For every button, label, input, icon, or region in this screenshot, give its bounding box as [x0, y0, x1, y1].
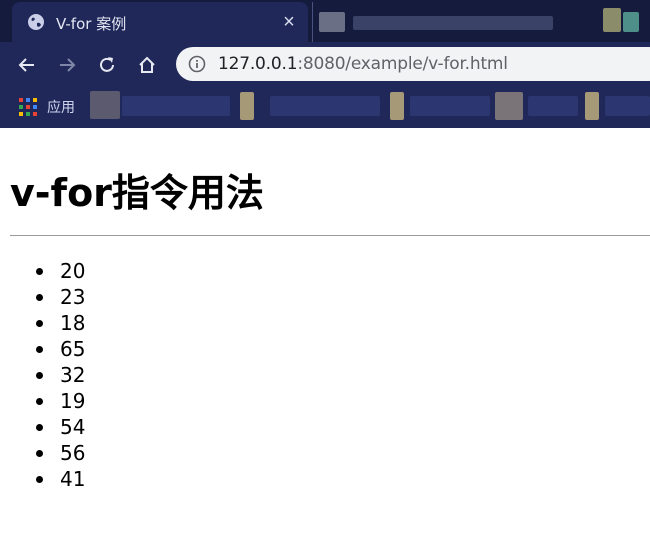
browser-chrome: V-for 案例 × 127.0.0.1:8080/example/v-for.…	[0, 0, 650, 128]
apps-grid-icon[interactable]	[19, 98, 37, 116]
list-item: 54	[36, 414, 85, 440]
tab-strip: V-for 案例 ×	[0, 0, 650, 42]
blurred-bookmark[interactable]	[495, 92, 523, 120]
page-content: v-for指令用法 20 23 18 65 32 19 54 56 41	[0, 128, 650, 541]
toolbar: 127.0.0.1:8080/example/v-for.html	[0, 42, 650, 88]
blurred-bookmark[interactable]	[528, 96, 578, 116]
page-title: v-for指令用法	[10, 171, 264, 215]
close-icon[interactable]: ×	[278, 11, 300, 33]
forward-button[interactable]	[53, 51, 81, 79]
blurred-bookmark[interactable]	[240, 92, 254, 120]
list-item: 41	[36, 466, 85, 492]
list-item: 56	[36, 440, 85, 466]
blurred-bookmark[interactable]	[605, 96, 650, 116]
blurred-bookmark[interactable]	[410, 96, 490, 116]
blurred-tab-favicon	[319, 12, 345, 32]
url-path: :8080/example/v-for.html	[297, 54, 508, 74]
list-item: 23	[36, 284, 85, 310]
number-list: 20 23 18 65 32 19 54 56 41	[36, 258, 85, 492]
horizontal-rule	[10, 235, 650, 236]
list-item: 32	[36, 362, 85, 388]
reload-button[interactable]	[93, 51, 121, 79]
tab-title: V-for 案例	[56, 15, 127, 33]
apps-label[interactable]: 应用	[47, 97, 75, 117]
blurred-bookmark[interactable]	[122, 96, 230, 116]
blurred-bookmark[interactable]	[90, 91, 120, 119]
tab-active[interactable]: V-for 案例 ×	[12, 2, 308, 42]
blurred-bookmark[interactable]	[390, 92, 404, 120]
reload-icon	[100, 57, 114, 72]
home-icon	[139, 56, 155, 73]
address-bar[interactable]: 127.0.0.1:8080/example/v-for.html	[176, 47, 650, 81]
list-item: 18	[36, 310, 85, 336]
blurred-tab-icon-2	[623, 12, 639, 32]
blurred-bookmark[interactable]	[270, 96, 380, 116]
list-item: 20	[36, 258, 85, 284]
url-host: 127.0.0.1	[218, 54, 298, 74]
bookmarks-bar: 应用	[0, 88, 650, 128]
home-button[interactable]	[133, 51, 161, 79]
blurred-tab-icon	[603, 8, 621, 32]
list-item: 19	[36, 388, 85, 414]
list-item: 65	[36, 336, 85, 362]
tab-inactive[interactable]	[312, 2, 650, 42]
back-button[interactable]	[13, 51, 41, 79]
blurred-tab-title	[353, 16, 553, 30]
info-icon[interactable]	[188, 55, 206, 73]
url-text[interactable]: 127.0.0.1:8080/example/v-for.html	[218, 54, 508, 74]
globe-icon	[28, 14, 44, 30]
blurred-bookmark[interactable]	[585, 92, 599, 120]
arrow-right-icon	[60, 58, 76, 72]
arrow-left-icon	[18, 58, 34, 72]
